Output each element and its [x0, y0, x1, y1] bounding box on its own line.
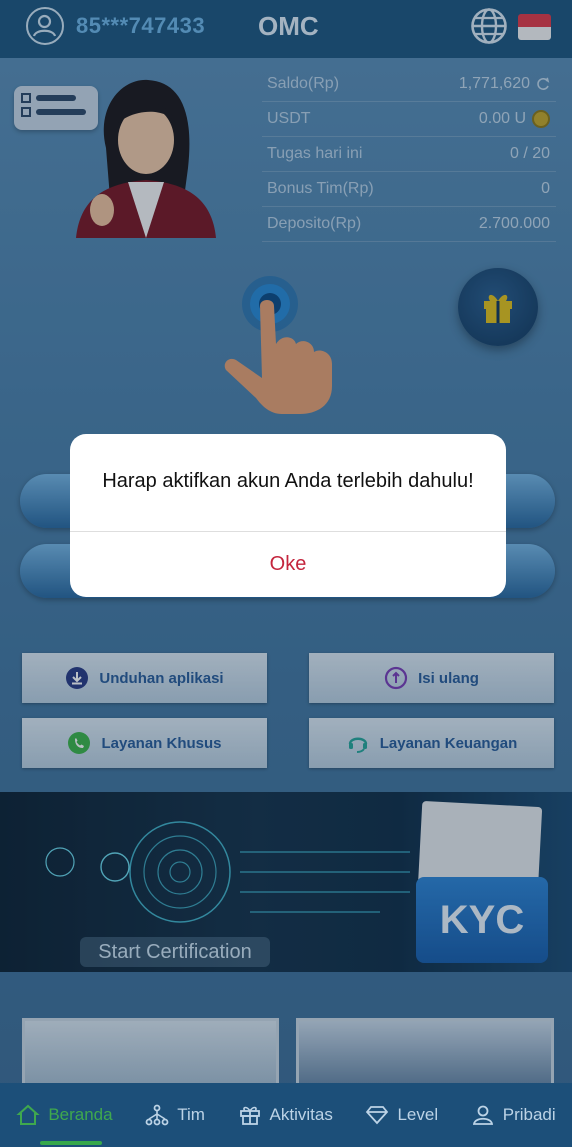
nav-label: Tim — [177, 1105, 205, 1124]
gift-icon — [239, 1106, 260, 1125]
nav-item-profile[interactable]: Pribadi — [471, 1103, 556, 1127]
user-icon — [472, 1105, 493, 1125]
dialog-ok-button[interactable]: Oke — [70, 532, 506, 597]
nav-item-activity[interactable]: Aktivitas — [238, 1103, 333, 1127]
nav-item-team[interactable]: Tim — [145, 1103, 205, 1127]
diamond-icon — [366, 1106, 389, 1125]
bottom-nav: Beranda Tim Aktivitas Level Pribadi — [0, 1083, 572, 1147]
activation-dialog: Harap aktifkan akun Anda terlebih dahulu… — [70, 434, 506, 597]
nav-item-level[interactable]: Level — [365, 1103, 438, 1127]
team-icon — [145, 1104, 169, 1126]
nav-item-home[interactable]: Beranda — [16, 1103, 113, 1127]
nav-label: Pribadi — [502, 1105, 556, 1124]
nav-label: Beranda — [48, 1105, 113, 1124]
app-root: 85***747433 OMC Saldo(Rp) 1,771,620 USDT… — [0, 0, 572, 1147]
active-tab-indicator — [40, 1141, 102, 1145]
nav-label: Level — [397, 1105, 439, 1124]
dialog-message: Harap aktifkan akun Anda terlebih dahulu… — [102, 470, 474, 492]
nav-label: Aktivitas — [269, 1105, 333, 1124]
home-icon — [16, 1104, 40, 1125]
